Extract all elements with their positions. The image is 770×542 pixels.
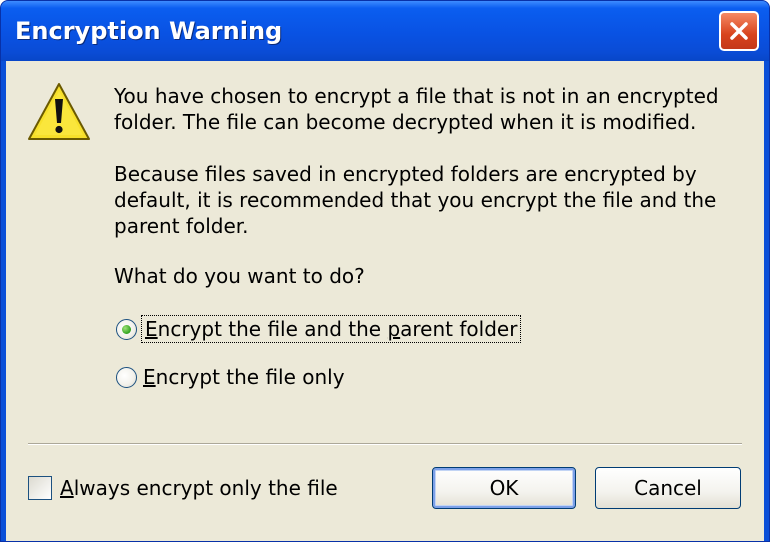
checkbox-always-encrypt-file[interactable]: Always encrypt only the file [28, 474, 338, 502]
cancel-button[interactable]: Cancel [595, 467, 741, 509]
radio-encrypt-file-only[interactable]: Encrypt the file only [116, 363, 345, 391]
accelerator-p: p [387, 317, 401, 341]
accelerator-e: E [143, 365, 156, 389]
question-text: What do you want to do? [114, 264, 365, 288]
ok-button[interactable]: OK [432, 467, 576, 509]
radio-label-text: ncrypt the file only [155, 365, 345, 389]
checkbox-label[interactable]: Always encrypt only the file [60, 476, 338, 500]
dialog-client-area: You have chosen to encrypt a file that i… [6, 61, 764, 541]
checkbox-box[interactable] [28, 476, 52, 500]
message-paragraph-2: Because files saved in encrypted folders… [114, 162, 717, 238]
radio-dot-icon [122, 324, 131, 334]
window-title: Encryption Warning [15, 17, 283, 45]
message-paragraph-1: You have chosen to encrypt a file that i… [114, 84, 719, 134]
radio-button-unselected[interactable] [116, 366, 137, 388]
close-button[interactable] [719, 11, 759, 51]
radio-label-text: ncrypt the file and the [157, 317, 388, 341]
close-icon [730, 22, 748, 40]
radio-label-file-and-folder[interactable]: Encrypt the file and the parent folder [140, 315, 522, 343]
title-bar[interactable]: Encryption Warning [1, 1, 769, 61]
radio-button-selected[interactable] [116, 318, 137, 340]
radio-encrypt-file-and-folder[interactable]: Encrypt the file and the parent folder [116, 315, 522, 343]
warning-icon [28, 83, 90, 140]
accelerator-a: A [60, 476, 74, 500]
radio-label-tail: arent folder [400, 317, 518, 341]
radio-label-file-only[interactable]: Encrypt the file only [143, 365, 345, 389]
separator-line [28, 443, 742, 445]
dialog-window: Encryption Warning You have chosen to en… [0, 0, 770, 542]
checkbox-label-text: lways encrypt only the file [73, 476, 338, 500]
accelerator-e: E [145, 317, 158, 341]
